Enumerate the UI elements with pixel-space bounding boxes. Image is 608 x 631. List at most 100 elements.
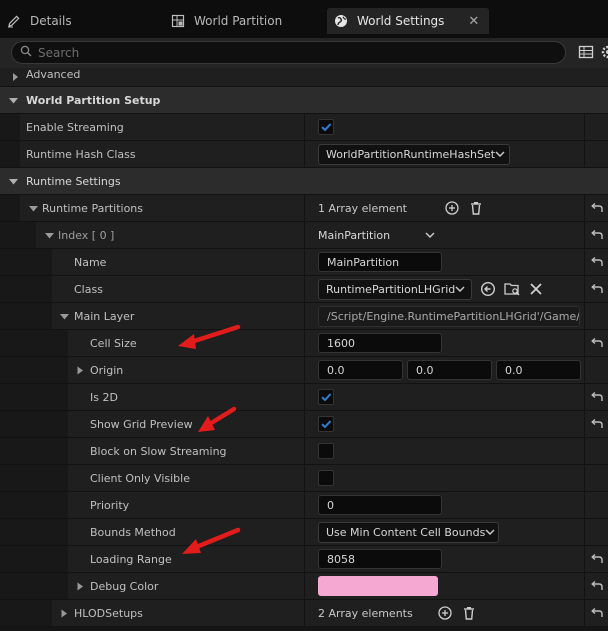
row-class: Class RuntimePartitionLHGrid bbox=[0, 276, 608, 303]
row-block-on-slow-streaming: Block on Slow Streaming bbox=[0, 438, 608, 465]
reset-to-default-icon[interactable] bbox=[584, 222, 608, 248]
reset-to-default-icon[interactable] bbox=[584, 330, 608, 356]
chevron-right-icon[interactable] bbox=[8, 70, 22, 84]
row-label: Runtime Hash Class bbox=[26, 147, 136, 161]
dropdown-value: RuntimePartitionLHGrid bbox=[326, 282, 456, 296]
gear-icon[interactable] bbox=[600, 44, 608, 62]
tab-details[interactable]: Details bbox=[6, 8, 161, 34]
use-selected-icon[interactable] bbox=[479, 280, 497, 298]
row-index-0: Index [ 0 ] MainPartition bbox=[0, 222, 608, 249]
row-label: Advanced bbox=[26, 67, 81, 81]
row-client-only-visible: Client Only Visible bbox=[0, 465, 608, 492]
row-name: Name bbox=[0, 249, 608, 276]
reset-to-default-icon[interactable] bbox=[584, 249, 608, 275]
dropdown-value: WorldPartitionRuntimeHashSet bbox=[326, 147, 496, 161]
chevron-right-icon[interactable] bbox=[73, 363, 87, 377]
chevron-down-icon bbox=[485, 529, 495, 535]
row-label: Is 2D bbox=[90, 390, 118, 404]
row-label: Show Grid Preview bbox=[90, 417, 193, 431]
trash-icon[interactable] bbox=[467, 199, 485, 217]
reset-to-default-icon[interactable] bbox=[584, 411, 608, 437]
clear-icon[interactable] bbox=[527, 280, 545, 298]
row-debug-color: Debug Color bbox=[0, 573, 608, 600]
block-on-slow-streaming-checkbox[interactable] bbox=[318, 443, 334, 459]
priority-input[interactable] bbox=[318, 495, 442, 515]
bounds-method-dropdown[interactable]: Use Min Content Cell Bounds bbox=[318, 521, 499, 543]
tab-bar: Details World Partition World Settings ✕ bbox=[0, 0, 608, 38]
row-cell-size: Cell Size bbox=[0, 330, 608, 357]
pencil-icon bbox=[6, 13, 22, 29]
reset-to-default-icon[interactable] bbox=[584, 546, 608, 572]
browse-folder-icon[interactable] bbox=[503, 280, 521, 298]
row-label: Main Layer bbox=[74, 309, 135, 323]
chevron-down-icon bbox=[425, 232, 435, 238]
array-count: 2 Array elements bbox=[318, 606, 413, 620]
search-icon bbox=[20, 45, 32, 60]
runtime-hash-class-dropdown[interactable]: WorldPartitionRuntimeHashSet bbox=[318, 143, 510, 165]
array-count: 1 Array element bbox=[318, 201, 407, 215]
class-dropdown[interactable]: RuntimePartitionLHGrid bbox=[318, 278, 472, 300]
row-show-grid-preview: Show Grid Preview bbox=[0, 411, 608, 438]
section-runtime-settings[interactable]: Runtime Settings bbox=[0, 168, 608, 195]
reset-to-default-icon[interactable] bbox=[584, 195, 608, 221]
chevron-right-icon[interactable] bbox=[57, 606, 71, 620]
reset-to-default-icon[interactable] bbox=[584, 573, 608, 599]
close-icon[interactable]: ✕ bbox=[468, 14, 479, 29]
table-view-icon[interactable] bbox=[578, 44, 596, 62]
section-world-partition-setup[interactable]: World Partition Setup bbox=[0, 87, 608, 114]
chevron-down-icon[interactable] bbox=[57, 309, 71, 323]
index-0-dropdown[interactable]: MainPartition bbox=[311, 225, 441, 246]
tab-world-partition[interactable]: World Partition bbox=[170, 8, 320, 34]
row-advanced[interactable]: Advanced bbox=[0, 68, 608, 87]
tab-label: World Partition bbox=[194, 14, 283, 28]
row-label: Loading Range bbox=[90, 552, 172, 566]
chevron-down-icon[interactable] bbox=[26, 201, 40, 215]
globe-icon bbox=[333, 13, 349, 29]
origin-y-input[interactable] bbox=[407, 360, 492, 380]
add-element-icon[interactable] bbox=[443, 199, 461, 217]
row-label: Client Only Visible bbox=[90, 471, 190, 485]
row-label: Block on Slow Streaming bbox=[90, 444, 227, 458]
row-origin: Origin bbox=[0, 357, 608, 384]
reset-to-default-icon[interactable] bbox=[584, 384, 608, 410]
row-label: Bounds Method bbox=[90, 525, 176, 539]
name-input[interactable] bbox=[318, 252, 442, 272]
row-label: Class bbox=[74, 282, 103, 296]
row-label: Cell Size bbox=[90, 336, 137, 350]
client-only-visible-checkbox[interactable] bbox=[318, 470, 334, 486]
add-element-icon[interactable] bbox=[436, 604, 454, 622]
annotation-arrow-icon bbox=[182, 527, 241, 554]
search-input[interactable] bbox=[38, 45, 518, 60]
row-label: Enable Streaming bbox=[26, 120, 124, 134]
dropdown-value: MainPartition bbox=[318, 228, 391, 242]
tab-world-settings[interactable]: World Settings ✕ bbox=[327, 8, 489, 34]
chevron-down-icon[interactable] bbox=[6, 93, 20, 107]
chevron-down-icon[interactable] bbox=[6, 174, 20, 188]
origin-x-input[interactable] bbox=[318, 360, 403, 380]
chevron-down-icon[interactable] bbox=[42, 228, 56, 242]
row-priority: Priority bbox=[0, 492, 608, 519]
cell-size-input[interactable] bbox=[318, 333, 442, 353]
is-2d-checkbox[interactable] bbox=[318, 389, 334, 405]
chevron-down-icon bbox=[495, 151, 505, 157]
reset-to-default-icon[interactable] bbox=[584, 600, 608, 626]
reset-to-default-icon[interactable] bbox=[584, 276, 608, 302]
row-label: Index [ 0 ] bbox=[58, 228, 115, 242]
row-label: Origin bbox=[90, 363, 124, 377]
origin-z-input[interactable] bbox=[496, 360, 581, 380]
show-grid-preview-checkbox[interactable] bbox=[318, 416, 334, 432]
chevron-down-icon bbox=[455, 286, 465, 292]
row-label: Debug Color bbox=[90, 579, 159, 593]
enable-streaming-checkbox[interactable] bbox=[318, 119, 334, 135]
trash-icon[interactable] bbox=[460, 604, 478, 622]
chevron-right-icon[interactable] bbox=[73, 579, 87, 593]
annotation-arrow-icon bbox=[198, 406, 237, 432]
grid-icon bbox=[170, 13, 186, 29]
row-label: Runtime Partitions bbox=[42, 201, 144, 215]
debug-color-swatch[interactable] bbox=[318, 576, 438, 596]
loading-range-input[interactable] bbox=[318, 549, 442, 569]
annotation-arrow-icon bbox=[178, 324, 241, 349]
tab-label: Details bbox=[30, 14, 72, 28]
search-row bbox=[0, 38, 608, 68]
row-is-2d: Is 2D bbox=[0, 384, 608, 411]
